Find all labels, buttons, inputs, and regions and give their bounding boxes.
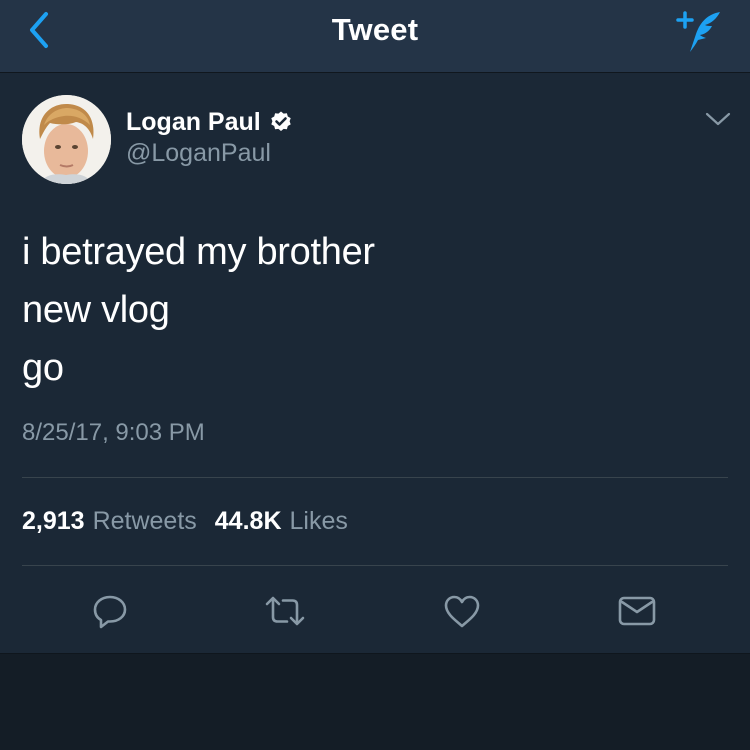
like-button[interactable] <box>440 589 484 633</box>
direct-message-button[interactable] <box>615 589 659 633</box>
empty-replies-area <box>0 654 750 750</box>
divider <box>22 477 728 478</box>
likes-count: 44.8K <box>214 507 282 535</box>
author-name-row[interactable]: Logan Paul <box>126 107 293 137</box>
profile-photo <box>22 95 111 184</box>
reply-button[interactable] <box>88 589 132 633</box>
author-handle[interactable]: @LoganPaul <box>126 139 271 168</box>
direct-message-icon <box>618 596 656 626</box>
page-title: Tweet <box>331 12 419 47</box>
tweet-timestamp: 8/25/17, 9:03 PM <box>22 419 205 446</box>
reply-icon <box>93 595 127 629</box>
chevron-down-icon <box>705 112 731 126</box>
retweets-label: Retweets <box>92 507 197 535</box>
tweet-text-line: new vlog <box>22 289 170 331</box>
compose-tweet-button[interactable] <box>670 6 728 54</box>
tweet-stats: 2,913 Retweets 44.8K Likes <box>22 507 348 536</box>
tweet-card: Logan Paul @LoganPaul i betrayed my brot… <box>0 73 750 654</box>
divider <box>22 565 728 566</box>
retweets-stat[interactable]: 2,913 Retweets <box>22 507 197 536</box>
compose-feather-icon <box>676 11 720 52</box>
retweet-icon <box>265 596 305 626</box>
tweet-options-button[interactable] <box>704 109 732 129</box>
tweet-detail-screen: Tweet Logan Paul @LoganPaul i betrayed m… <box>0 0 750 750</box>
tweet-text: i betrayed my brother new vlog go <box>22 223 722 397</box>
avatar[interactable] <box>22 95 111 184</box>
retweet-button[interactable] <box>263 589 307 633</box>
navigation-bar: Tweet <box>0 0 750 73</box>
tweet-text-line: i betrayed my brother <box>22 231 375 273</box>
author-name: Logan Paul <box>126 107 261 136</box>
tweet-text-line: go <box>22 347 64 389</box>
likes-stat[interactable]: 44.8K Likes <box>215 507 348 536</box>
retweets-count: 2,913 <box>22 507 85 535</box>
verified-badge-icon <box>271 111 291 131</box>
likes-label: Likes <box>289 507 348 535</box>
like-icon <box>444 595 480 628</box>
